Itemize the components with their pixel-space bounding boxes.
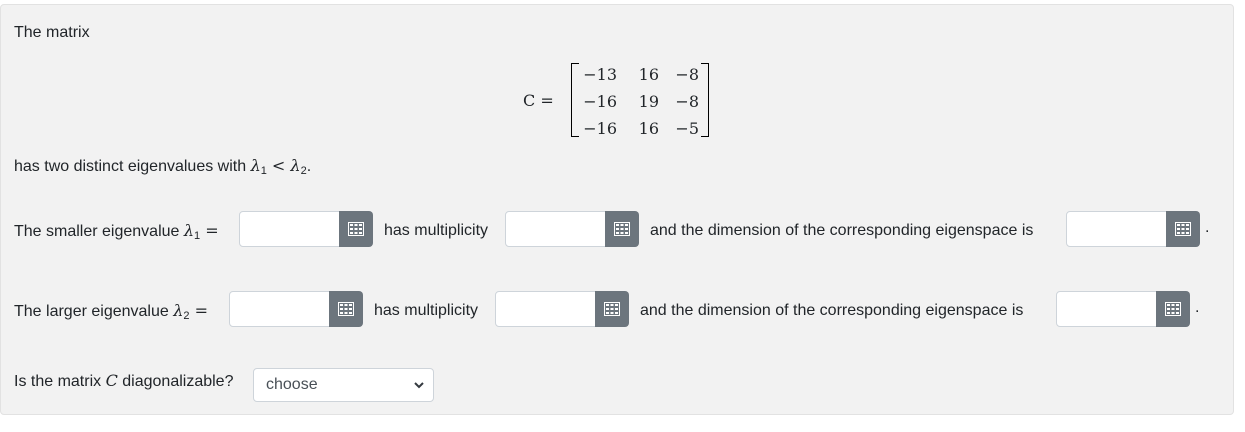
matrix-cell: 16 <box>638 65 659 84</box>
keypad-icon <box>614 222 630 236</box>
matrix-cell: −13 <box>583 65 617 84</box>
lambda-2-symbol: λ <box>290 156 301 175</box>
matrix-cell: 19 <box>638 92 659 111</box>
eigenvalue-statement: has two distinct eigenvalues with λ1 < λ… <box>14 156 311 181</box>
row2-lambda-symbol: λ <box>173 301 184 320</box>
larger-eigenvalue-keypad-button[interactable] <box>329 291 363 327</box>
row1-dimension-label: and the dimension of the corresponding e… <box>650 222 1034 239</box>
smaller-multiplicity-input[interactable] <box>505 211 606 247</box>
smaller-dimension-input[interactable] <box>1066 211 1167 247</box>
keypad-icon <box>1175 222 1191 236</box>
diagonalizable-question: Is the matrix C diagonalizable? <box>14 371 233 392</box>
select-value: choose <box>266 376 318 393</box>
question-matrix-symbol: C <box>105 371 118 390</box>
smaller-multiplicity-keypad-button[interactable] <box>605 211 639 247</box>
row1-multiplicity-label: has multiplicity <box>384 222 489 239</box>
less-than-symbol: < <box>266 156 291 175</box>
row2-equals: = <box>189 301 208 320</box>
question-rest: diagonalizable? <box>117 373 234 390</box>
smaller-eigenvalue-input[interactable] <box>239 211 340 247</box>
larger-eigenvalue-input[interactable] <box>229 291 330 327</box>
matrix-cell: −16 <box>583 119 617 138</box>
row2-label-text: The larger eigenvalue <box>14 303 174 320</box>
row1-lambda-symbol: λ <box>183 221 195 240</box>
keypad-icon <box>348 222 364 236</box>
question-card: The matrix C = −13 16 −8 −16 19 −8 −16 1… <box>0 4 1234 415</box>
matrix-left-bracket <box>571 63 579 137</box>
larger-dimension-input[interactable] <box>1056 291 1157 327</box>
matrix-cell: −8 <box>675 65 699 84</box>
keypad-icon <box>338 302 354 316</box>
larger-eigenvalue-label: The larger eigenvalue λ2 = <box>14 301 208 326</box>
matrix-cell: −8 <box>675 92 699 111</box>
keypad-icon <box>604 302 620 316</box>
diagonalizable-select[interactable]: choose <box>253 368 434 402</box>
larger-dimension-keypad-button[interactable] <box>1156 291 1190 327</box>
smaller-dimension-keypad-button[interactable] <box>1166 211 1200 247</box>
row1-label-text: The smaller eigenvalue <box>14 223 184 240</box>
chevron-down-icon <box>413 370 425 414</box>
question-label: Is the matrix <box>14 373 106 390</box>
row2-period: . <box>1195 299 1200 316</box>
larger-multiplicity-keypad-button[interactable] <box>595 291 629 327</box>
matrix-right-bracket <box>701 63 709 137</box>
smaller-eigenvalue-label: The smaller eigenvalue λ1 = <box>14 221 219 246</box>
matrix-cells: −13 16 −8 −16 19 −8 −16 16 −5 <box>579 63 699 144</box>
statement-suffix: . <box>306 158 312 175</box>
matrix-cell: −16 <box>583 92 617 111</box>
larger-multiplicity-input[interactable] <box>495 291 596 327</box>
row1-period: . <box>1205 219 1210 236</box>
row1-equals: = <box>200 221 219 240</box>
keypad-icon <box>1165 302 1181 316</box>
intro-text: The matrix <box>14 24 90 41</box>
matrix-cell: 16 <box>638 119 659 138</box>
matrix-cell: −5 <box>675 119 699 138</box>
row2-multiplicity-label: has multiplicity <box>374 302 479 319</box>
smaller-eigenvalue-keypad-button[interactable] <box>339 211 373 247</box>
row2-dimension-label: and the dimension of the corresponding e… <box>640 302 1024 319</box>
matrix-label: C = <box>523 91 554 110</box>
statement-prefix: has two distinct eigenvalues with <box>14 158 251 175</box>
lambda-1-symbol: λ <box>250 156 261 175</box>
